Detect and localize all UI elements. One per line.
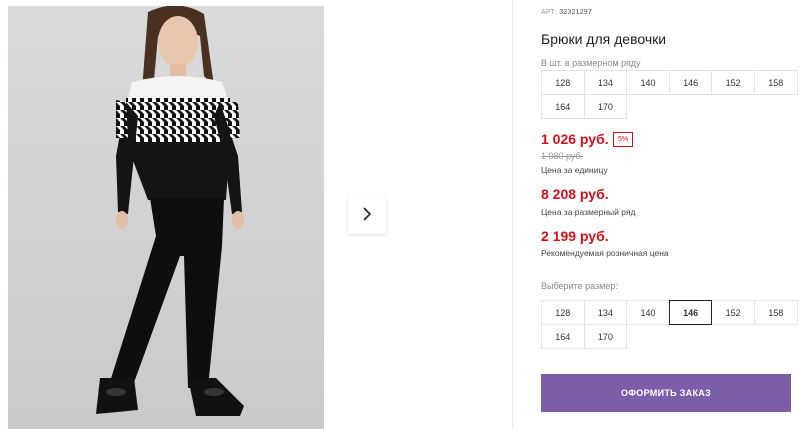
discount-badge: 5% [613,132,633,147]
size-option[interactable]: 158 [753,300,798,325]
size-select-hint: Выберите размер: [541,281,618,291]
range-price-caption: Цена за размерный ряд [541,207,636,217]
size-option-selected[interactable]: 146 [668,300,713,325]
size-option[interactable]: 170 [583,324,628,349]
size-range-cell: 164 [541,94,585,119]
size-range-cell: 146 [668,70,713,95]
unit-price: 1 026 руб. [541,131,609,147]
panel-divider [512,0,513,429]
old-price: 1 080 руб. [541,151,584,161]
retail-price: 2 199 руб. [541,228,609,244]
size-range-cell: 158 [753,70,798,95]
sku-label: АРТ: [541,9,558,16]
size-select-grid: 128 134 140 146 152 158 164 170 [541,300,798,349]
range-price: 8 208 руб. [541,186,609,202]
chevron-right-icon [361,206,373,225]
size-range-cell: 134 [583,70,628,95]
sku-value: 32321297 [559,9,592,16]
model-illustration [96,6,244,416]
product-gallery [0,0,512,429]
size-option[interactable]: 164 [541,324,585,349]
retail-price-caption: Рекомендуемая розничная цена [541,248,669,258]
size-range-grid: 128 134 140 146 152 158 164 170 [541,70,798,119]
size-option[interactable]: 134 [583,300,628,325]
size-range-cell: 128 [541,70,585,95]
size-option[interactable]: 152 [711,300,755,325]
product-title: Брюки для девочки [541,31,667,47]
place-order-button[interactable]: ОФОРМИТЬ ЗАКАЗ [541,374,791,412]
size-range-cell: 140 [626,70,670,95]
sku: АРТ: 32321297 [541,9,592,16]
size-range-cell: 170 [583,94,628,119]
size-range-cell: 152 [711,70,755,95]
product-photo [8,6,324,429]
size-option[interactable]: 128 [541,300,585,325]
gallery-next-button[interactable] [348,196,386,234]
size-option[interactable]: 140 [626,300,670,325]
size-range-hint: В шт. в размерном ряду [541,58,641,68]
unit-price-caption: Цена за единицу [541,165,608,175]
